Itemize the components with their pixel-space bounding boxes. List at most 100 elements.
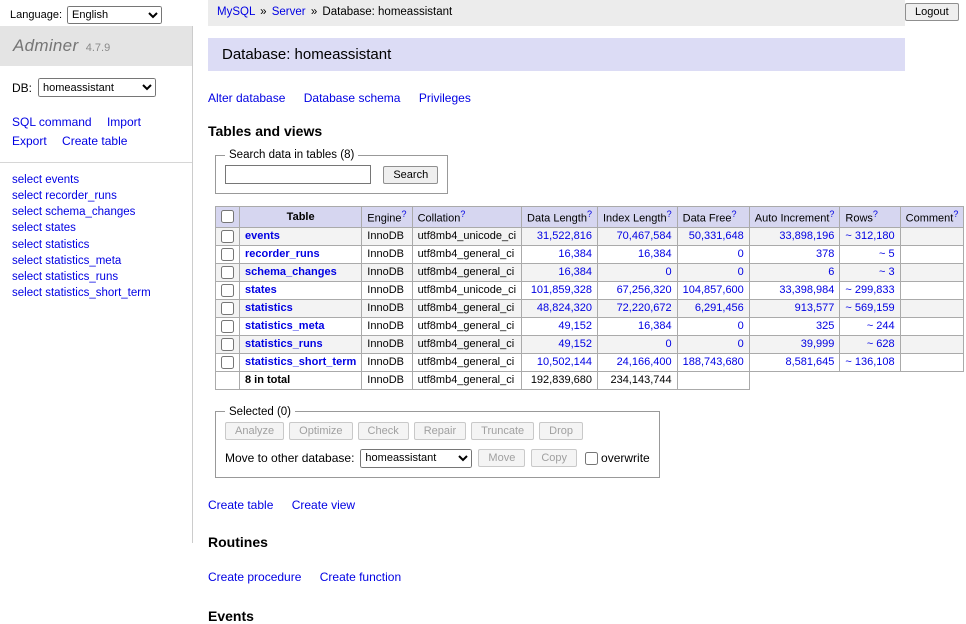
data-length-link[interactable]: 31,522,816 bbox=[537, 230, 592, 242]
data-free-link[interactable]: 50,331,648 bbox=[689, 230, 744, 242]
alter-database-link[interactable]: Alter database bbox=[208, 91, 285, 105]
data-length-link[interactable]: 10,502,144 bbox=[537, 356, 592, 368]
index-length-link[interactable]: 72,220,672 bbox=[617, 302, 672, 314]
check-all-checkbox[interactable] bbox=[221, 210, 234, 223]
row-checkbox[interactable] bbox=[221, 338, 234, 351]
rows-link[interactable]: ~ 628 bbox=[867, 338, 895, 350]
index-length-link[interactable]: 16,384 bbox=[638, 248, 672, 260]
database-schema-link[interactable]: Database schema bbox=[304, 91, 401, 105]
table-name-link[interactable]: statistics bbox=[245, 302, 293, 314]
help-question-link[interactable]: ? bbox=[460, 209, 465, 219]
data-length-link[interactable]: 49,152 bbox=[558, 338, 592, 350]
row-checkbox[interactable] bbox=[221, 320, 234, 333]
data-length-link[interactable]: 16,384 bbox=[558, 248, 592, 260]
data-free-link[interactable]: 0 bbox=[738, 338, 744, 350]
logout-button[interactable]: Logout bbox=[905, 3, 959, 21]
table-name-link[interactable]: statistics_runs bbox=[245, 338, 323, 350]
help-question-link[interactable]: ? bbox=[732, 209, 737, 219]
help-question-link[interactable]: ? bbox=[953, 209, 958, 219]
sidebar-select-link[interactable]: select statistics_short_term bbox=[12, 285, 180, 301]
rows-link[interactable]: ~ 569,159 bbox=[845, 302, 894, 314]
row-checkbox[interactable] bbox=[221, 356, 234, 369]
move-database-select[interactable]: homeassistant bbox=[360, 449, 472, 468]
import-link[interactable]: Import bbox=[107, 115, 141, 129]
auto-increment-link[interactable]: 33,398,984 bbox=[779, 284, 834, 296]
sql-command-link[interactable]: SQL command bbox=[12, 115, 92, 129]
rows-link[interactable]: ~ 136,108 bbox=[845, 356, 894, 368]
create-function-link[interactable]: Create function bbox=[320, 570, 401, 584]
rows-link[interactable]: ~ 299,833 bbox=[845, 284, 894, 296]
auto-increment-link[interactable]: 913,577 bbox=[795, 302, 835, 314]
overwrite-checkbox[interactable] bbox=[585, 452, 598, 465]
search-button[interactable]: Search bbox=[383, 166, 438, 184]
row-checkbox[interactable] bbox=[221, 302, 234, 315]
rows-link[interactable]: ~ 3 bbox=[879, 266, 895, 278]
search-input[interactable] bbox=[225, 165, 371, 184]
data-free-link[interactable]: 0 bbox=[738, 266, 744, 278]
data-length-cell: 49,152 bbox=[522, 317, 598, 335]
table-name-link[interactable]: states bbox=[245, 284, 277, 296]
rows-link[interactable]: ~ 5 bbox=[879, 248, 895, 260]
data-length-link[interactable]: 16,384 bbox=[558, 266, 592, 278]
help-question-link[interactable]: ? bbox=[402, 209, 407, 219]
sidebar-select-link[interactable]: select schema_changes bbox=[12, 204, 180, 220]
auto-increment-link[interactable]: 33,898,196 bbox=[779, 230, 834, 242]
row-checkbox[interactable] bbox=[221, 284, 234, 297]
auto-increment-link[interactable]: 325 bbox=[816, 320, 834, 332]
table-name-link[interactable]: events bbox=[245, 230, 280, 242]
table-name-link[interactable]: statistics_short_term bbox=[245, 356, 356, 368]
index-length-link[interactable]: 24,166,400 bbox=[617, 356, 672, 368]
row-checkbox[interactable] bbox=[221, 266, 234, 279]
row-checkbox[interactable] bbox=[221, 248, 234, 261]
auto-increment-link[interactable]: 6 bbox=[828, 266, 834, 278]
data-free-link[interactable]: 104,857,600 bbox=[683, 284, 744, 296]
auto-increment-cell: 8,581,645 bbox=[749, 353, 840, 371]
index-length-link[interactable]: 67,256,320 bbox=[617, 284, 672, 296]
data-length-link[interactable]: 49,152 bbox=[558, 320, 592, 332]
table-name-link[interactable]: recorder_runs bbox=[245, 248, 320, 260]
help-question-link[interactable]: ? bbox=[829, 209, 834, 219]
help-question-link[interactable]: ? bbox=[873, 209, 878, 219]
index-length-link[interactable]: 16,384 bbox=[638, 320, 672, 332]
index-length-link[interactable]: 0 bbox=[666, 338, 672, 350]
data-free-link[interactable]: 0 bbox=[738, 320, 744, 332]
create-table-link[interactable]: Create table bbox=[208, 498, 273, 512]
breadcrumb-mysql-link[interactable]: MySQL bbox=[217, 6, 255, 18]
table-name-link[interactable]: schema_changes bbox=[245, 266, 337, 278]
create-procedure-link[interactable]: Create procedure bbox=[208, 570, 301, 584]
sidebar-select-link[interactable]: select statistics_meta bbox=[12, 253, 180, 269]
auto-increment-link[interactable]: 378 bbox=[816, 248, 834, 260]
data-length-link[interactable]: 48,824,320 bbox=[537, 302, 592, 314]
language-select[interactable]: English bbox=[67, 6, 162, 24]
data-length-link[interactable]: 101,859,328 bbox=[531, 284, 592, 296]
auto-increment-link[interactable]: 8,581,645 bbox=[785, 356, 834, 368]
sidebar-select-link[interactable]: select statistics_runs bbox=[12, 269, 180, 285]
index-length-link[interactable]: 0 bbox=[666, 266, 672, 278]
data-free-link[interactable]: 188,743,680 bbox=[683, 356, 744, 368]
search-legend: Search data in tables (8) bbox=[225, 149, 358, 161]
table-row: statistics_metaInnoDButf8mb4_general_ci4… bbox=[216, 317, 964, 335]
language-zone: Language: English bbox=[0, 0, 193, 24]
auto-increment-link[interactable]: 39,999 bbox=[801, 338, 835, 350]
privileges-link[interactable]: Privileges bbox=[419, 91, 471, 105]
table-name-link[interactable]: statistics_meta bbox=[245, 320, 325, 332]
sidebar-select-link[interactable]: select events bbox=[12, 172, 180, 188]
breadcrumb-server-link[interactable]: Server bbox=[272, 6, 306, 18]
create-view-link[interactable]: Create view bbox=[292, 498, 355, 512]
sidebar-select-link[interactable]: select statistics bbox=[12, 237, 180, 253]
data-free-link[interactable]: 6,291,456 bbox=[695, 302, 744, 314]
data-free-link[interactable]: 0 bbox=[738, 248, 744, 260]
sidebar-select-link[interactable]: select states bbox=[12, 220, 180, 236]
brand-name[interactable]: Adminer bbox=[13, 36, 78, 55]
total-row: 8 in totalInnoDButf8mb4_general_ci192,83… bbox=[216, 371, 964, 389]
rows-link[interactable]: ~ 244 bbox=[867, 320, 895, 332]
index-length-link[interactable]: 70,467,584 bbox=[617, 230, 672, 242]
rows-link[interactable]: ~ 312,180 bbox=[845, 230, 894, 242]
create-table-link-sidebar[interactable]: Create table bbox=[62, 134, 127, 148]
help-question-link[interactable]: ? bbox=[587, 209, 592, 219]
row-checkbox[interactable] bbox=[221, 230, 234, 243]
db-select[interactable]: homeassistant bbox=[38, 78, 156, 97]
help-question-link[interactable]: ? bbox=[667, 209, 672, 219]
sidebar-select-link[interactable]: select recorder_runs bbox=[12, 188, 180, 204]
export-link[interactable]: Export bbox=[12, 134, 47, 148]
